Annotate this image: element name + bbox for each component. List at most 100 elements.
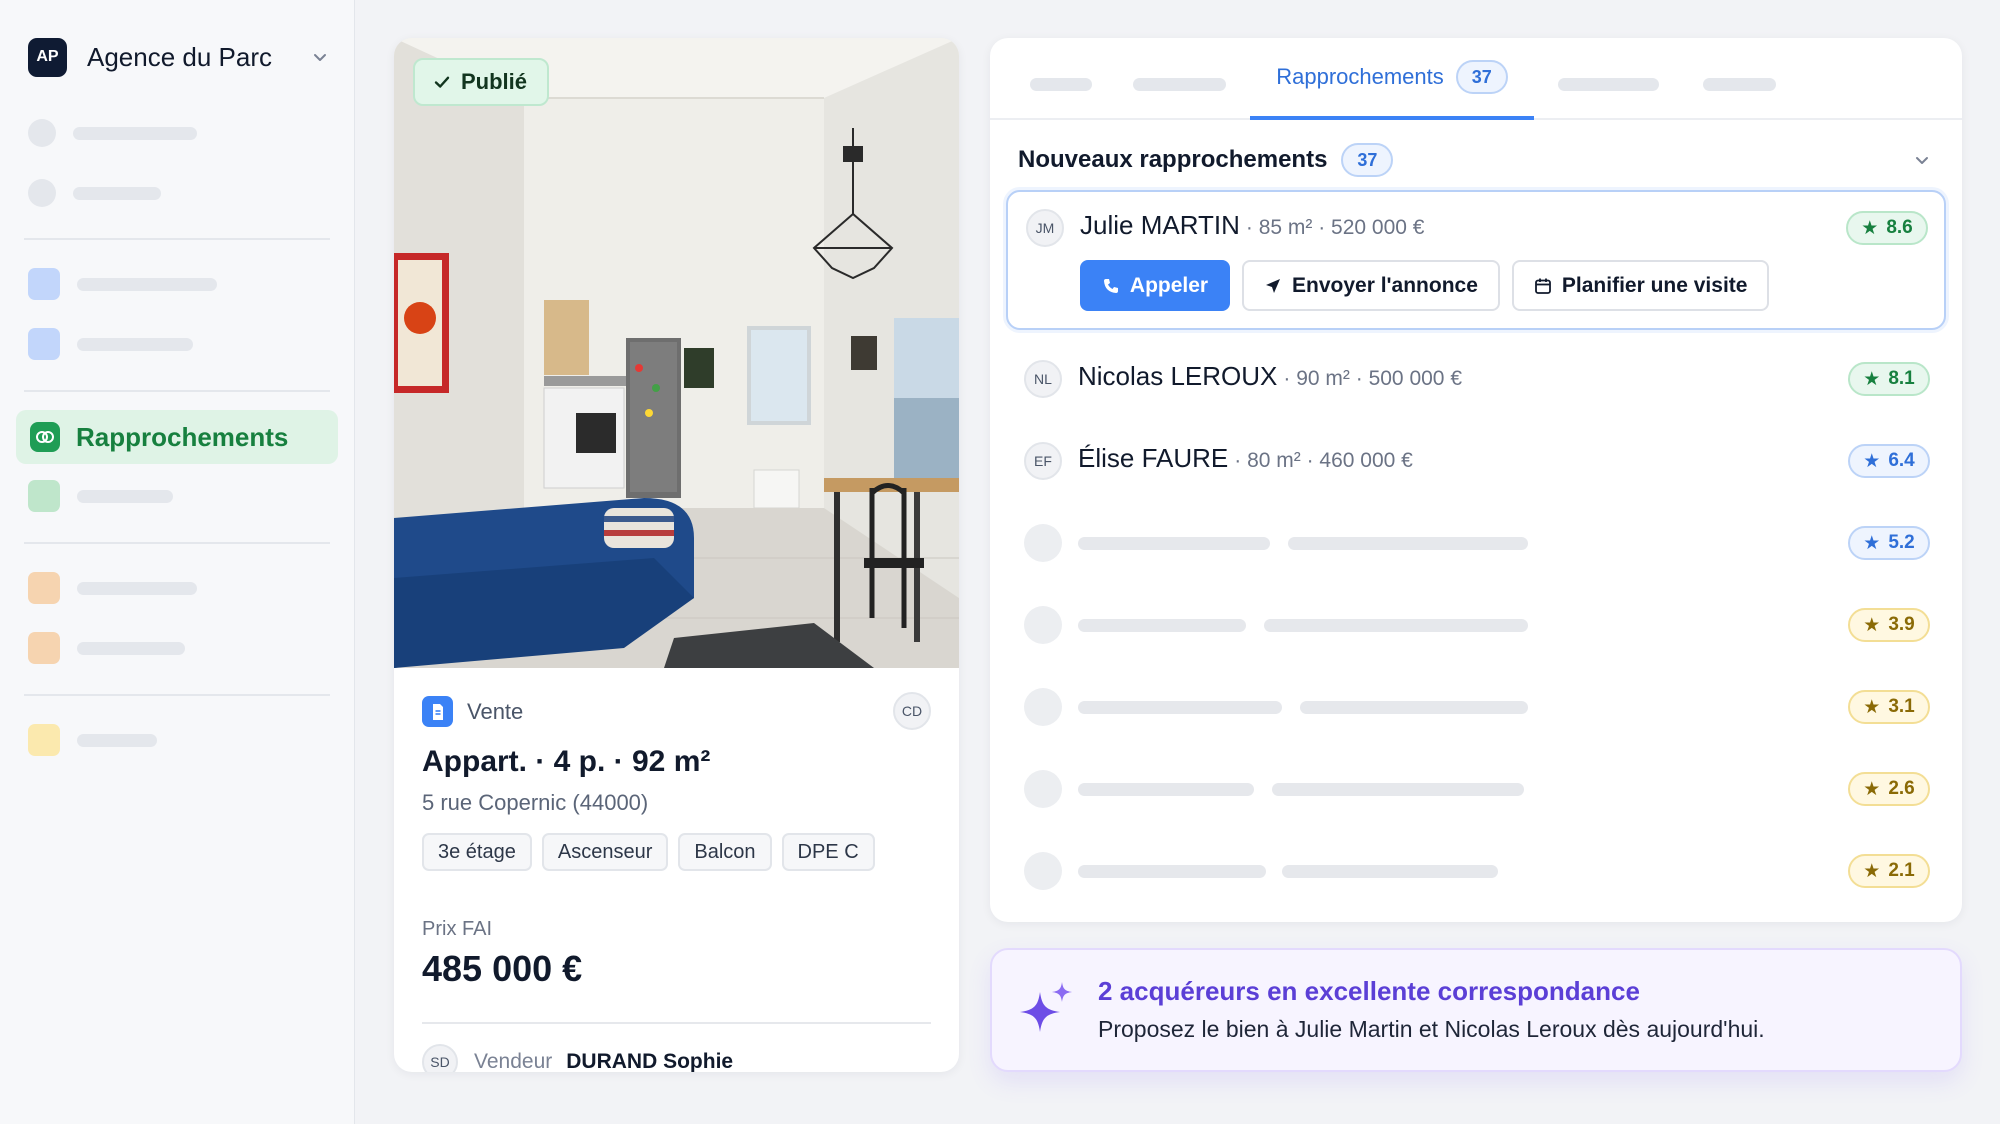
buyer-name[interactable]: Nicolas LEROUX (1078, 361, 1277, 392)
call-button-label: Appeler (1129, 273, 1209, 297)
placeholder-line (1282, 865, 1498, 878)
star-icon: ★ (1863, 450, 1881, 472)
buyer-avatar: JM (1026, 209, 1064, 247)
match-score: ★ 8.1 (1848, 362, 1930, 396)
match-row[interactable]: NL Nicolas LEROUX · 90 m² · 500 000 € ★ … (1006, 356, 1946, 416)
placeholder-icon (28, 724, 60, 756)
placeholder-line (1078, 783, 1254, 796)
listing-card[interactable]: Publié Vente CD Appart. · 4 p. · 92 m² 5… (394, 38, 959, 1072)
placeholder-line (1288, 537, 1528, 550)
phone-icon (1103, 278, 1118, 293)
star-icon: ★ (1863, 368, 1881, 390)
sidebar-item-label: Rapprochements (76, 421, 289, 452)
buyer-criteria: · 80 m² · 460 000 € (1234, 449, 1413, 472)
placeholder-avatar (1024, 688, 1062, 726)
org-logo: AP (28, 37, 67, 77)
chevron-down-icon[interactable] (1912, 150, 1932, 170)
match-row-selected[interactable]: JM Julie MARTIN · 85 m² · 520 000 € ★ 8.… (1006, 190, 1946, 330)
match-row-placeholder[interactable]: ★ 2.6 (1006, 766, 1946, 826)
feature-tag: Balcon (678, 833, 772, 871)
match-row-placeholder[interactable]: ★ 3.9 (1006, 602, 1946, 662)
schedule-visit-button[interactable]: Planifier une visite (1511, 260, 1770, 311)
sidebar-item-placeholder[interactable] (28, 179, 161, 207)
buyer-avatar: EF (1024, 442, 1062, 480)
send-listing-button[interactable]: Envoyer l'annonce (1242, 260, 1500, 311)
section-title: Nouveaux rapprochements (1018, 146, 1328, 173)
star-icon: ★ (1863, 778, 1881, 800)
placeholder-line (1078, 701, 1282, 714)
seller-label: Vendeur (474, 1050, 553, 1072)
buyer-avatar: NL (1024, 360, 1062, 398)
star-icon: ★ (1863, 614, 1881, 636)
star-icon: ★ (1863, 532, 1881, 554)
buyer-name[interactable]: Élise FAURE (1078, 443, 1228, 474)
match-score: ★ 5.2 (1848, 526, 1930, 560)
schedule-visit-button-label: Planifier une visite (1561, 273, 1748, 297)
placeholder-icon (28, 179, 56, 207)
match-row-placeholder[interactable]: ★ 5.2 (1006, 520, 1946, 580)
sidebar-divider (24, 238, 330, 240)
match-score: ★ 2.1 (1848, 854, 1930, 888)
price-value: 485 000 € (422, 948, 583, 989)
placeholder-line (1078, 537, 1270, 550)
listing-type: Vente (422, 696, 523, 727)
tab-placeholder[interactable] (1703, 78, 1776, 91)
sidebar-item-placeholder[interactable] (28, 724, 157, 756)
section-header[interactable]: Nouveaux rapprochements 37 (1018, 142, 1932, 178)
seller-info: SD Vendeur DURAND Sophie (422, 1044, 733, 1072)
insight-banner[interactable]: 2 acquéreurs en excellente correspondanc… (990, 948, 1962, 1072)
listing-title: Appart. · 4 p. · 92 m² (422, 745, 711, 778)
tab-count-badge: 37 (1455, 60, 1508, 94)
placeholder-avatar (1024, 606, 1062, 644)
match-score: ★ 3.9 (1848, 608, 1930, 642)
placeholder-label (77, 581, 197, 595)
buyer-criteria: · 90 m² · 500 000 € (1283, 367, 1462, 390)
match-row-placeholder[interactable]: ★ 3.1 (1006, 684, 1946, 744)
seller-avatar: SD (422, 1044, 458, 1072)
buyer-info: Julie MARTIN · 85 m² · 520 000 € (1080, 210, 1424, 241)
tab-placeholder[interactable] (1030, 78, 1092, 91)
placeholder-line (1078, 865, 1266, 878)
placeholder-icon (28, 268, 60, 300)
buyer-name[interactable]: Julie MARTIN (1080, 210, 1240, 241)
seller-name[interactable]: DURAND Sophie (566, 1050, 733, 1072)
tab-rapprochements[interactable]: Rapprochements 37 (1250, 38, 1534, 120)
sidebar-item-placeholder[interactable] (28, 572, 197, 604)
sidebar-item-placeholder[interactable] (28, 480, 173, 512)
placeholder-line (1272, 783, 1524, 796)
agent-avatar[interactable]: CD (893, 692, 931, 730)
apartment-photo[interactable]: Publié (394, 38, 959, 668)
match-score: ★ 3.1 (1848, 690, 1930, 724)
call-button[interactable]: Appeler (1080, 260, 1230, 311)
sidebar-item-rapprochements[interactable]: Rapprochements (16, 410, 338, 464)
tab-placeholder[interactable] (1133, 78, 1226, 91)
match-row[interactable]: EF Élise FAURE · 80 m² · 460 000 € ★ 6.4 (1006, 438, 1946, 498)
feature-tag: DPE C (781, 833, 875, 871)
link-icon (30, 422, 60, 452)
placeholder-line (1300, 701, 1528, 714)
placeholder-label (77, 337, 193, 351)
org-switcher[interactable]: AP Agence du Parc (28, 37, 330, 77)
score-value: 6.4 (1888, 450, 1915, 471)
sidebar-item-placeholder[interactable] (28, 328, 193, 360)
tab-placeholder[interactable] (1558, 78, 1659, 91)
check-icon (434, 76, 450, 88)
chevron-down-icon[interactable] (310, 47, 330, 67)
placeholder-icon (28, 572, 60, 604)
row-actions: Appeler Envoyer l'annonce Planifier une … (1080, 260, 1770, 311)
score-value: 2.1 (1888, 860, 1915, 881)
match-score: ★ 8.6 (1846, 211, 1928, 245)
match-row-placeholder[interactable]: ★ 2.1 (1006, 848, 1946, 908)
placeholder-avatar (1024, 852, 1062, 890)
listing-tags: 3e étage Ascenseur Balcon DPE C (422, 833, 875, 871)
listing-address: 5 rue Copernic (44000) (422, 790, 649, 815)
calendar-icon (1534, 278, 1551, 294)
placeholder-avatar (1024, 524, 1062, 562)
score-value: 5.2 (1888, 532, 1915, 553)
sidebar-item-placeholder[interactable] (28, 632, 185, 664)
placeholder-icon (28, 632, 60, 664)
buyer-info: Nicolas LEROUX · 90 m² · 500 000 € (1078, 361, 1462, 392)
placeholder-icon (28, 480, 60, 512)
sidebar-item-placeholder[interactable] (28, 268, 217, 300)
sidebar-item-placeholder[interactable] (28, 119, 197, 147)
